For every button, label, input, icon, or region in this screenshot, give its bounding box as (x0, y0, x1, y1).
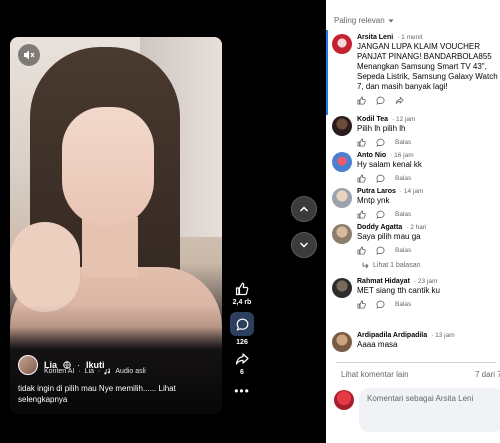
comments-panel: Paling relevan Arsita Leni · 1 menit JAN… (326, 0, 500, 443)
share-action[interactable]: 6 (235, 352, 249, 376)
reply-link[interactable]: Balas (395, 301, 411, 308)
reply-link[interactable]: Balas (395, 247, 411, 254)
comment-author[interactable]: Kodil Tea (357, 116, 388, 123)
comment-time[interactable]: · 23 jam (414, 278, 437, 285)
comment-item: Ardipadila Ardipadila · 13 jam Aaaa masa (332, 332, 500, 352)
comment-time[interactable]: · 1 menit (397, 34, 422, 41)
share-count: 6 (240, 369, 244, 376)
comment-item: Anto Nio · 16 jam Hy salam kenal kk Bala… (332, 152, 500, 183)
comment-avatar[interactable] (332, 116, 352, 136)
comment-author[interactable]: Doddy Agatta (357, 224, 402, 231)
more-options-icon[interactable]: ••• (234, 384, 250, 398)
video-subject-face (62, 107, 154, 227)
comment-count: 126 (236, 339, 248, 346)
reel-actions: 2,4 rb 126 6 ••• (229, 282, 255, 398)
comment-avatar[interactable] (332, 188, 352, 208)
comment-time[interactable]: · 16 jam (390, 152, 413, 159)
reply-comment-icon[interactable] (376, 246, 385, 255)
speaker-muted-icon (24, 50, 35, 60)
comment-avatar[interactable] (332, 332, 352, 352)
caret-down-icon (388, 19, 394, 22)
like-comment-icon[interactable] (357, 174, 366, 183)
music-note-icon (104, 368, 111, 375)
share-arrow-icon (235, 353, 249, 365)
current-user-avatar[interactable] (334, 390, 354, 410)
comment-text: Pilih lh pilih lh (357, 124, 406, 133)
comment-item: Putra Laros · 14 jam Mntp ynk Balas (332, 188, 500, 219)
like-comment-icon[interactable] (357, 96, 366, 105)
reply-link[interactable]: Balas (395, 139, 411, 146)
like-comment-icon[interactable] (357, 300, 366, 309)
comment-avatar[interactable] (332, 152, 352, 172)
comment-author[interactable]: Ardipadila Ardipadila (357, 332, 427, 339)
comment-action[interactable]: 126 (230, 312, 254, 346)
video-subject-hand (10, 222, 80, 312)
reply-comment-icon[interactable] (376, 210, 385, 219)
comment-item: Kodil Tea · 12 jam Pilih lh pilih lh Bal… (332, 116, 500, 147)
comment-text: Saya pilih mau ga (357, 232, 421, 241)
like-action[interactable]: 2,4 rb (232, 282, 252, 306)
comment-time[interactable]: · 13 jam (431, 332, 454, 339)
comment-time[interactable]: · 14 jam (400, 188, 423, 195)
comment-author[interactable]: Anto Nio (357, 152, 386, 159)
like-comment-icon[interactable] (357, 210, 366, 219)
comment-author[interactable]: Arsita Leni (357, 34, 393, 41)
reply-link[interactable]: Balas (395, 211, 411, 218)
comment-item: Arsita Leni · 1 menit JANGAN LUPA KLAIM … (332, 34, 500, 105)
reel-viewer: Lia · Ikuti Konten AI · Lia · Audio asli… (0, 0, 326, 443)
ai-content-label: Konten AI (44, 368, 75, 375)
comment-item: Rahmat Hidayat · 23 jam MET siang tth ca… (332, 278, 500, 309)
share-comment-icon[interactable] (395, 96, 404, 105)
comment-author[interactable]: Rahmat Hidayat (357, 278, 410, 285)
like-comment-icon[interactable] (357, 138, 366, 147)
meta-separator-1: · (78, 368, 81, 375)
comment-input-placeholder: Komentari sebagai Arsita Leni (367, 394, 474, 403)
like-count: 2,4 rb (232, 299, 252, 306)
next-reel-button[interactable] (291, 232, 317, 258)
thumbs-up-icon (235, 282, 249, 296)
comment-text: MET siang tth cantik ku (357, 286, 440, 295)
comment-item: Doddy Agatta · 2 hari Saya pilih mau ga … (332, 224, 500, 255)
reply-comment-icon[interactable] (376, 96, 385, 105)
comment-text: Mntp ynk (357, 196, 390, 205)
reply-comment-icon[interactable] (376, 300, 385, 309)
like-comment-icon[interactable] (357, 246, 366, 255)
audio-label[interactable]: Audio asli (115, 368, 145, 375)
comment-counter: 7 dari 7 (475, 370, 500, 379)
comment-time[interactable]: · 12 jam (392, 116, 415, 123)
sort-dropdown[interactable]: Paling relevan (334, 16, 394, 25)
comment-text: Hy salam kenal kk (357, 160, 422, 169)
comment-avatar[interactable] (332, 278, 352, 298)
view-replies-link[interactable]: Lihat 1 balasan (362, 262, 420, 269)
comment-input[interactable]: Komentari sebagai Arsita Leni (359, 388, 500, 432)
comment-text: Aaaa masa (357, 340, 398, 349)
reel-caption[interactable]: tidak ingin di pilih mau Nye memilih....… (18, 383, 214, 405)
reply-arrow-icon (362, 262, 369, 269)
author-avatar[interactable] (18, 355, 38, 375)
previous-reel-button[interactable] (291, 196, 317, 222)
comment-author[interactable]: Putra Laros (357, 188, 396, 195)
meta-author: Lia (84, 368, 95, 375)
comment-avatar[interactable] (332, 224, 352, 244)
sort-label: Paling relevan (334, 16, 385, 25)
reply-comment-icon[interactable] (376, 138, 385, 147)
reply-link[interactable]: Balas (395, 175, 411, 182)
meta-separator-2: · (98, 368, 101, 375)
comment-text: JANGAN LUPA KLAIM VOUCHER PANJAT PINANG!… (357, 42, 498, 91)
view-replies-label: Lihat 1 balasan (373, 262, 421, 269)
reel-meta: Konten AI · Lia · Audio asli (44, 368, 146, 375)
reply-comment-icon[interactable] (376, 174, 385, 183)
new-comment-indicator (326, 30, 328, 115)
comment-bubble-icon (236, 318, 248, 331)
comment-button[interactable] (230, 312, 254, 336)
mute-button[interactable] (18, 44, 40, 66)
comment-time[interactable]: · 2 hari (406, 224, 426, 231)
chevron-down-icon (299, 242, 309, 248)
comment-avatar[interactable] (332, 34, 352, 54)
divider (336, 362, 496, 363)
chevron-up-icon (299, 206, 309, 212)
more-comments-link[interactable]: Lihat komentar lain (341, 370, 409, 379)
